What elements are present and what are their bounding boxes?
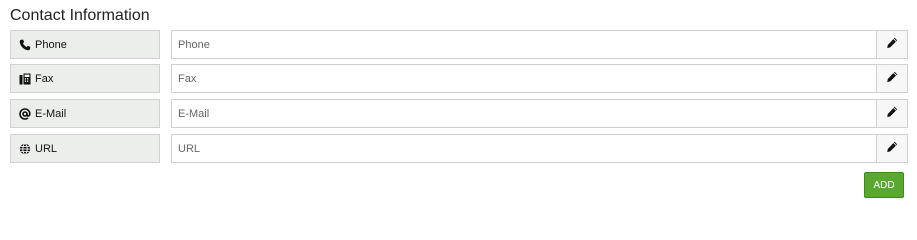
phone-edit-button[interactable] xyxy=(876,30,908,59)
email-edit-button[interactable] xyxy=(876,99,908,128)
url-edit-button[interactable] xyxy=(876,134,908,163)
url-label: URL xyxy=(10,134,160,163)
phone-label: Phone xyxy=(10,30,160,59)
pencil-icon xyxy=(886,36,898,54)
url-input[interactable] xyxy=(171,134,876,163)
contact-row-phone: Phone xyxy=(10,30,908,59)
contact-row-url: URL xyxy=(10,134,908,163)
pencil-icon xyxy=(886,70,898,88)
add-button[interactable]: ADD xyxy=(864,172,904,198)
fax-label-text: Fax xyxy=(35,72,54,85)
fax-icon xyxy=(19,73,31,85)
globe-icon xyxy=(19,142,31,155)
fax-input[interactable] xyxy=(171,64,876,93)
fax-label: Fax xyxy=(10,64,160,93)
phone-input[interactable] xyxy=(171,30,876,59)
phone-icon xyxy=(19,39,31,51)
email-label: E-Mail xyxy=(10,99,160,128)
phone-label-text: Phone xyxy=(35,38,67,51)
email-label-text: E-Mail xyxy=(35,107,67,120)
contact-row-email: E-Mail xyxy=(10,99,908,128)
url-label-text: URL xyxy=(35,142,58,155)
fax-edit-button[interactable] xyxy=(876,64,908,93)
at-icon xyxy=(19,107,31,120)
contact-row-fax: Fax xyxy=(10,64,908,93)
pencil-icon xyxy=(886,105,898,123)
section-title: Contact Information xyxy=(10,7,150,24)
pencil-icon xyxy=(886,140,898,158)
email-input[interactable] xyxy=(171,99,876,128)
